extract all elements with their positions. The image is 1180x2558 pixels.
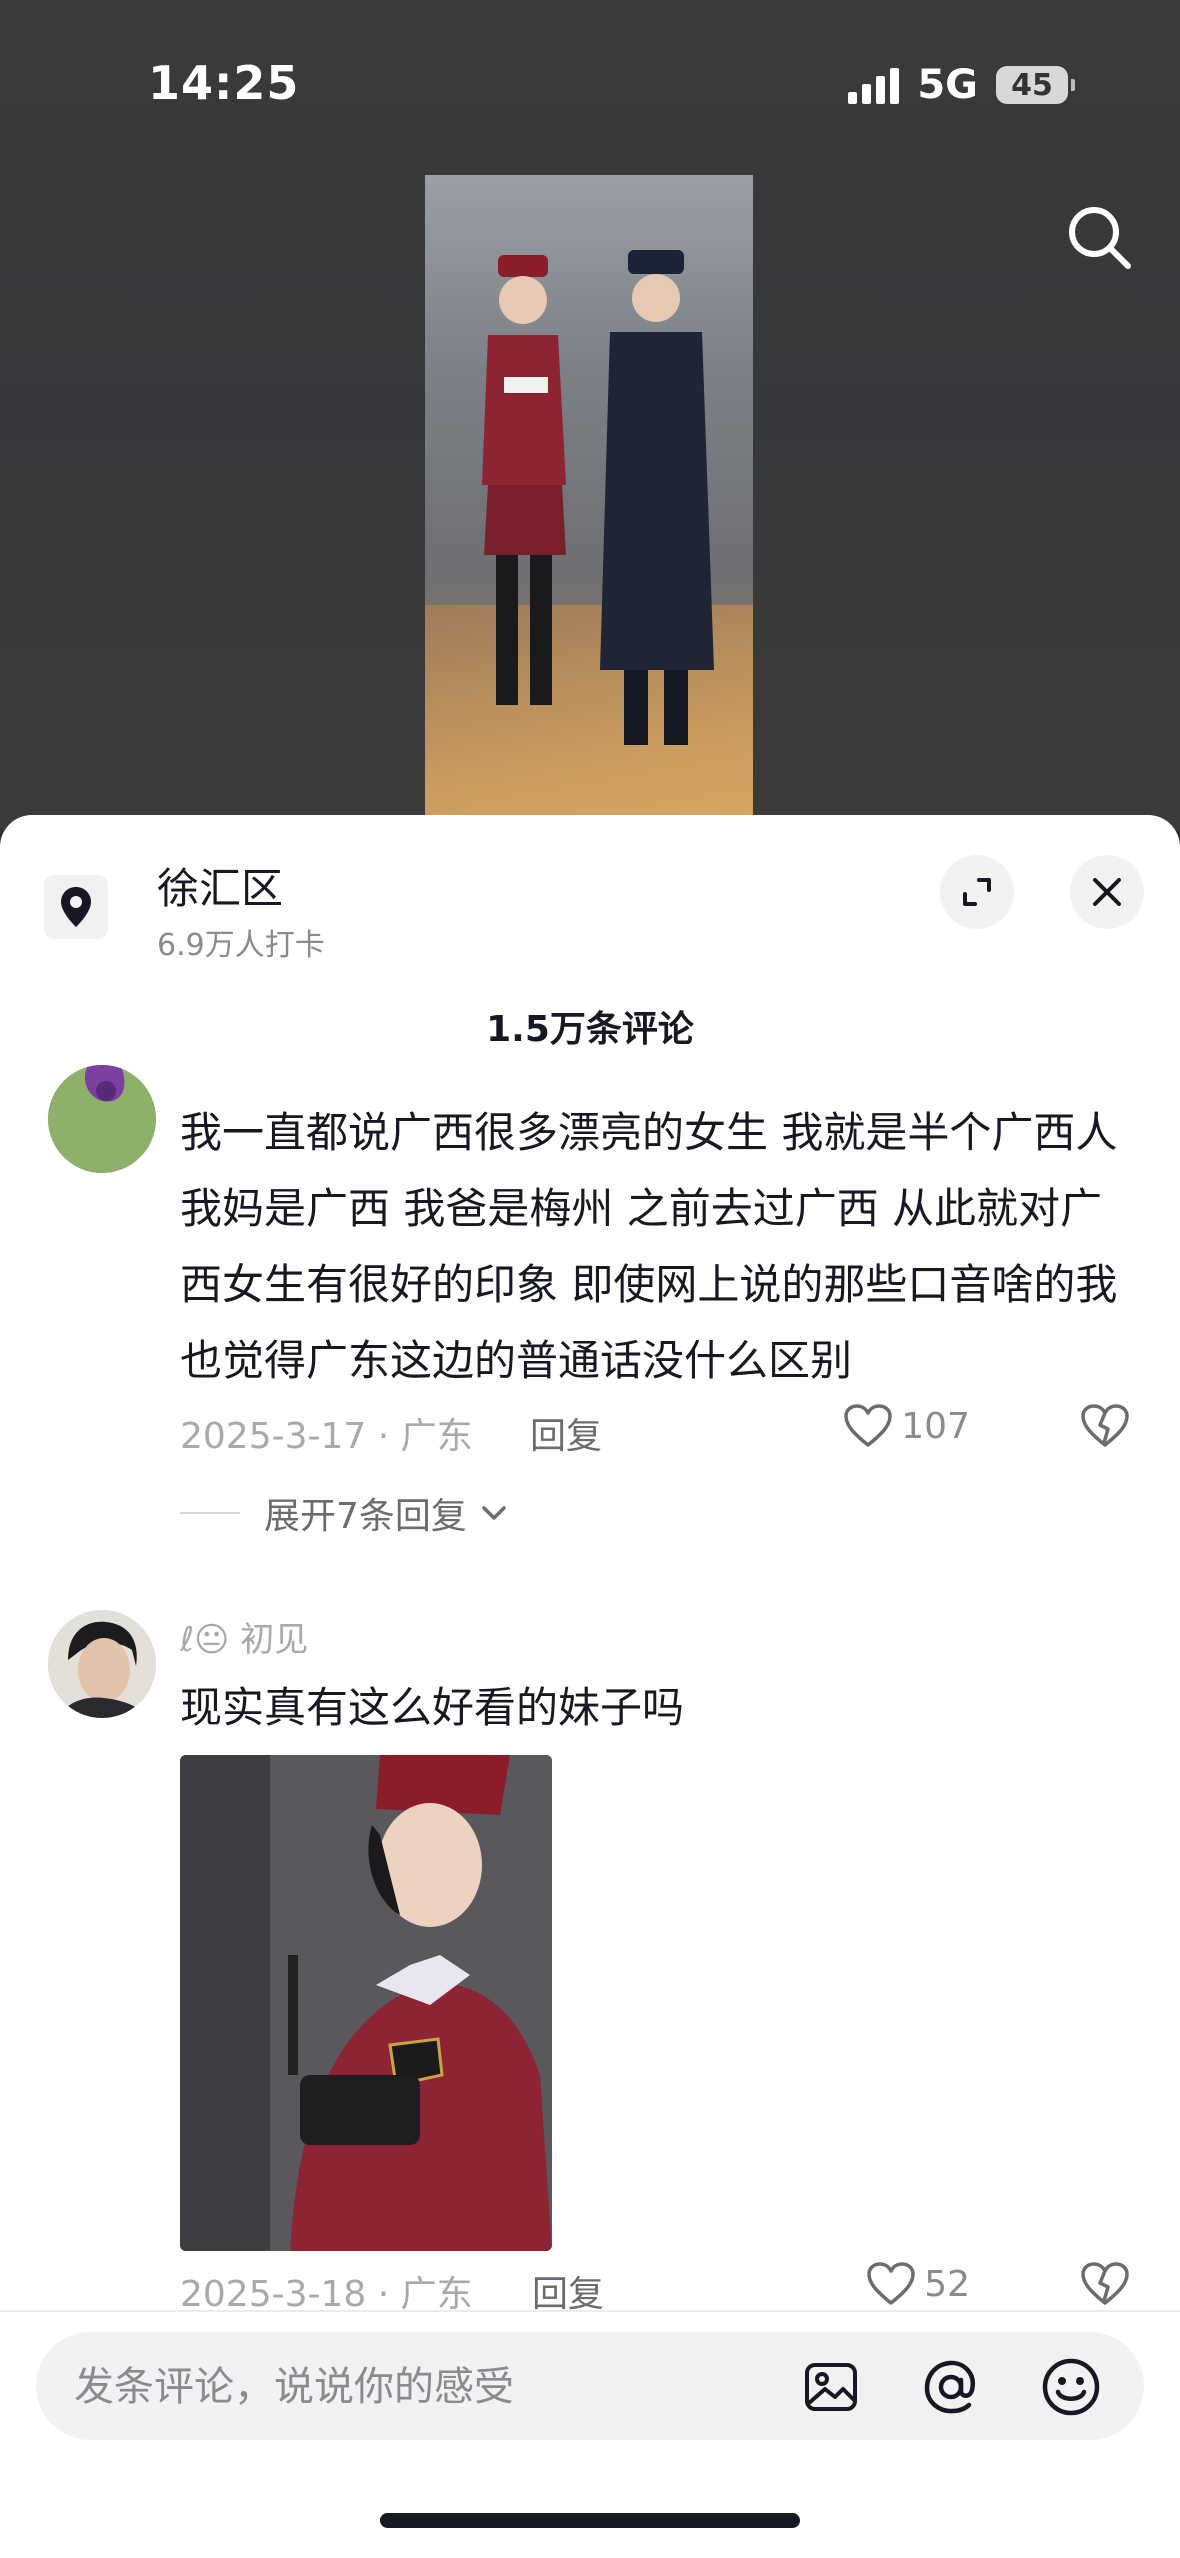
emoji-icon[interactable] <box>1040 2356 1102 2418</box>
expand-replies-button[interactable]: 展开7条回复 <box>180 1487 507 1539</box>
location-checkins: 6.9万人打卡 <box>157 928 325 963</box>
mention-icon[interactable] <box>920 2356 982 2418</box>
close-icon <box>1093 878 1121 906</box>
comment-input-container[interactable] <box>36 2332 1144 2440</box>
comment-text: 现实真有这么好看的妹子吗 <box>180 1683 685 1732</box>
chevron-down-icon <box>482 1506 506 1520</box>
expand-icon <box>963 878 991 906</box>
comment-input[interactable] <box>72 2352 776 2422</box>
attendant-figure <box>482 255 566 705</box>
location-pin-icon[interactable] <box>44 875 108 939</box>
attendant-photo <box>180 1755 552 2251</box>
search-icon[interactable] <box>1062 200 1138 276</box>
home-indicator[interactable] <box>380 2513 800 2528</box>
like-count: 52 <box>924 2263 970 2305</box>
close-button[interactable] <box>1070 855 1144 929</box>
comment-sheet: 徐汇区 6.9万人打卡 1.5万条评论 我一直都说广西很多漂亮的女生 我就是半个… <box>0 815 1180 2556</box>
avatar-image <box>48 1610 156 1718</box>
heart-icon <box>844 1404 893 1447</box>
location-name[interactable]: 徐汇区 <box>157 855 283 916</box>
signal-icon <box>848 66 900 104</box>
broken-heart-icon <box>1081 1404 1129 1447</box>
avatar-image <box>48 1065 156 1173</box>
status-indicators: 5G 45 <box>848 62 1075 108</box>
comment-meta: 2025-3-17 · 广东 回复 107 <box>180 1404 1130 1459</box>
reply-button[interactable]: 回复 <box>530 1407 602 1459</box>
avatar[interactable] <box>48 1610 156 1718</box>
divider <box>180 1512 240 1514</box>
expand-sheet-button[interactable] <box>940 855 1014 929</box>
heart-icon <box>867 2262 915 2305</box>
comment-count: 1.5万条评论 <box>486 1009 694 1050</box>
comment-nickname[interactable]: ℓ😐 初见 <box>180 1612 308 1661</box>
comment-text: 我一直都说广西很多漂亮的女生 我就是半个广西人 我妈是广西 我爸是梅州 之前去过… <box>180 1108 1118 1385</box>
video-frame <box>425 175 753 835</box>
expand-replies-label: 展开7条回复 <box>264 1496 467 1537</box>
battery-icon: 45 <box>996 66 1075 104</box>
avatar[interactable] <box>48 1065 156 1173</box>
like-button[interactable]: 52 <box>866 2261 970 2307</box>
comment-image[interactable] <box>180 1755 552 2251</box>
image-icon[interactable] <box>800 2356 862 2418</box>
officer-figure <box>600 250 714 745</box>
dislike-button[interactable] <box>1080 2261 1130 2316</box>
dislike-button[interactable] <box>1080 1403 1130 1458</box>
network-label: 5G <box>917 62 978 108</box>
like-button[interactable]: 107 <box>843 1403 970 1449</box>
comment-date: 2025-3-17 · 广东 <box>180 1416 473 1457</box>
broken-heart-icon <box>1081 2262 1129 2305</box>
like-count: 107 <box>901 1405 970 1447</box>
status-time: 14:25 <box>148 56 300 110</box>
comment-meta: 2025-3-18 · 广东 回复 52 <box>180 2262 1130 2315</box>
video-player[interactable]: 14:25 5G 45 <box>0 0 1180 835</box>
